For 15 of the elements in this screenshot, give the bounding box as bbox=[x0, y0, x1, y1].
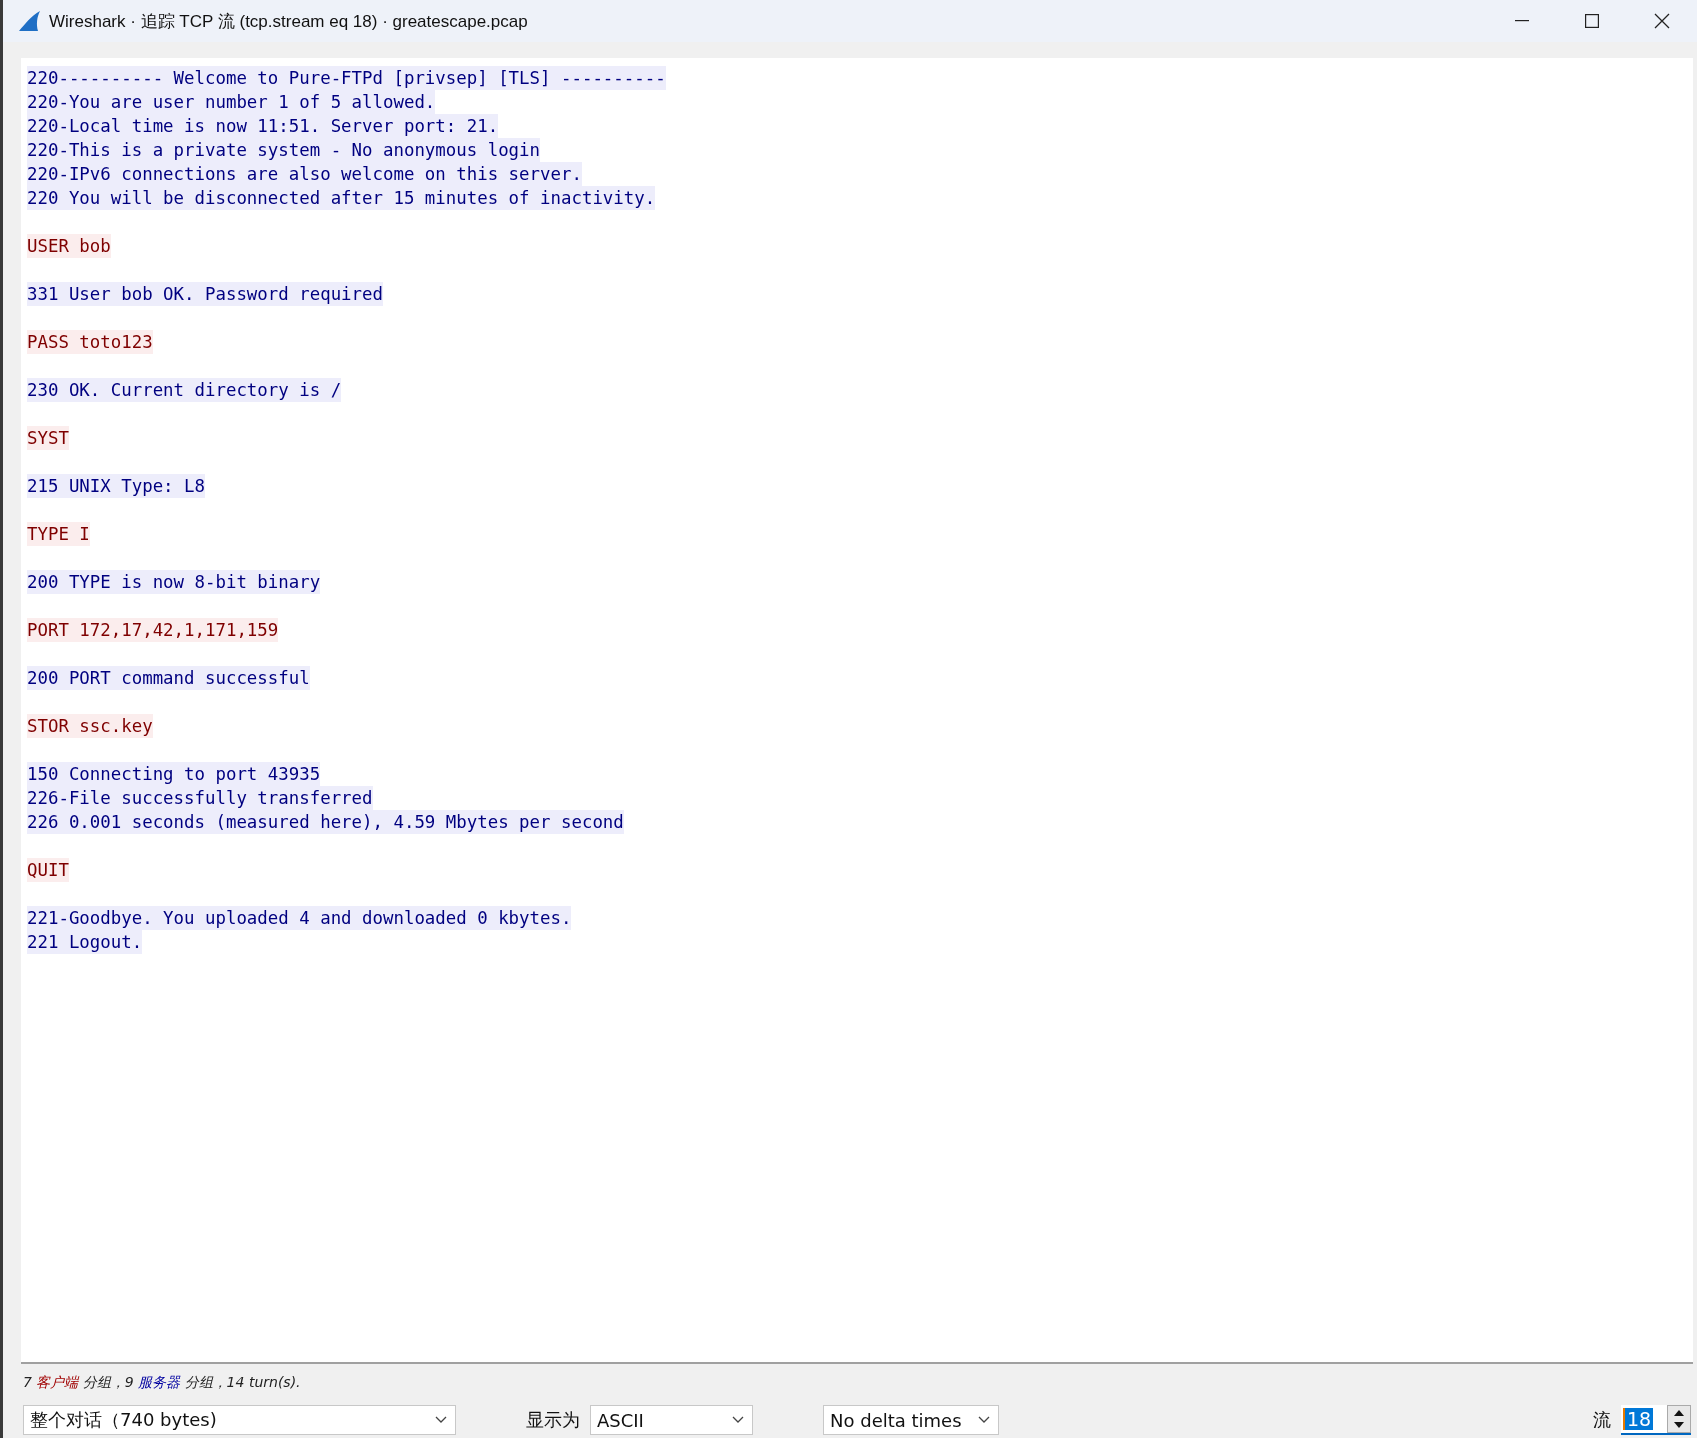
conversation-dropdown[interactable]: 整个对话（740 bytes) bbox=[23, 1405, 456, 1435]
stream-number-field[interactable]: 18 bbox=[1621, 1405, 1691, 1435]
chevron-down-icon bbox=[732, 1416, 744, 1424]
shark-fin-icon bbox=[17, 10, 41, 32]
show-as-label: 显示为 bbox=[526, 1408, 580, 1432]
stream-label: 流 bbox=[1593, 1408, 1611, 1432]
chevron-down-icon bbox=[978, 1416, 990, 1424]
minimize-icon[interactable] bbox=[1515, 20, 1529, 22]
maximize-icon[interactable] bbox=[1585, 14, 1599, 28]
window-title: Wireshark · 追踪 TCP 流 (tcp.stream eq 18) · greatescape.pcap bbox=[49, 10, 529, 33]
close-icon[interactable] bbox=[1654, 13, 1670, 29]
delta-times-dropdown[interactable]: No delta times bbox=[823, 1405, 999, 1435]
packet-summary: 7 客户端 分组，9 服务器 分组，14 turn(s). bbox=[22, 1373, 302, 1392]
show-as-dropdown[interactable]: ASCII bbox=[590, 1405, 753, 1435]
chevron-down-icon bbox=[435, 1416, 447, 1424]
